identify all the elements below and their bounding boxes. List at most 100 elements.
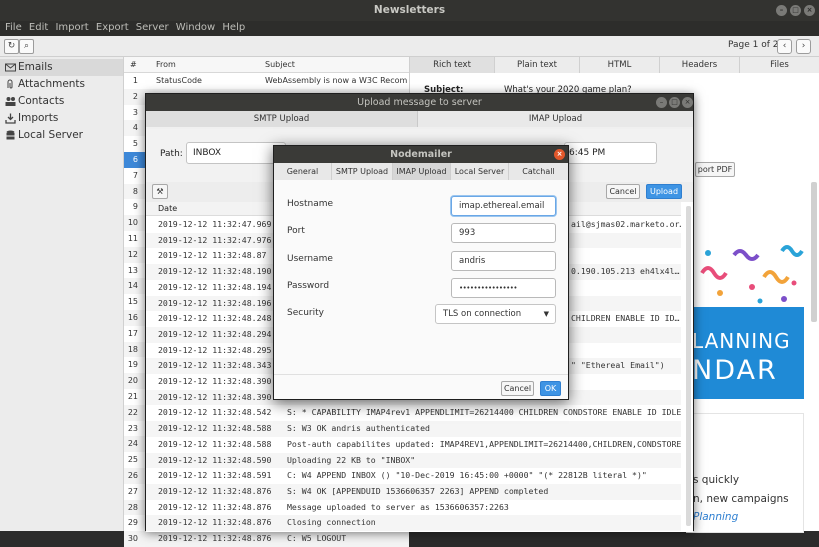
port-label: Port bbox=[287, 226, 305, 236]
log-scrollbar[interactable] bbox=[686, 206, 691, 526]
tab-imap-upload[interactable]: IMAP Upload bbox=[393, 163, 451, 180]
refresh-button[interactable]: ↻ bbox=[4, 39, 19, 54]
search-button[interactable]: ⌕ bbox=[19, 39, 34, 54]
tab-imap-upload[interactable]: IMAP Upload bbox=[418, 111, 693, 127]
menu-help[interactable]: Help bbox=[222, 22, 245, 33]
menu-server[interactable]: Server bbox=[136, 22, 169, 33]
sidebar-item-attachments[interactable]: Attachments bbox=[0, 76, 123, 93]
maximize-icon[interactable]: □ bbox=[790, 5, 801, 16]
tab-plain-text[interactable]: Plain text bbox=[495, 57, 580, 73]
tab-catchall[interactable]: Catchall bbox=[509, 163, 568, 180]
security-select[interactable]: TLS on connection ▼ bbox=[435, 304, 556, 324]
security-label: Security bbox=[287, 308, 324, 318]
maximize-icon[interactable]: □ bbox=[669, 97, 680, 108]
upload-submit-button[interactable]: Upload bbox=[646, 184, 682, 199]
upload-cancel-button[interactable]: Cancel bbox=[606, 184, 640, 199]
log-row: 2019-12-12 11:32:48.590 Uploading 22 KB t… bbox=[146, 452, 681, 469]
list-item-num: 9 bbox=[132, 202, 138, 212]
people-icon bbox=[5, 97, 16, 106]
log-timestamp: 2019-12-12 11:32:48.590 bbox=[158, 454, 272, 465]
column-header-subject[interactable]: Subject bbox=[265, 57, 295, 73]
next-page-button[interactable]: › bbox=[796, 39, 811, 54]
close-icon[interactable]: × bbox=[804, 5, 815, 16]
log-timestamp: 2019-12-12 11:32:48.294 bbox=[158, 328, 272, 339]
log-message: Uploading 22 KB to "INBOX" bbox=[287, 454, 416, 465]
window-titlebar: Newsletters – □ × bbox=[0, 0, 819, 21]
log-message: Closing connection bbox=[287, 517, 376, 528]
menu-edit[interactable]: Edit bbox=[29, 22, 48, 33]
menu-window[interactable]: Window bbox=[176, 22, 215, 33]
sidebar-item-contacts[interactable]: Contacts bbox=[0, 93, 123, 110]
path-input[interactable]: INBOX bbox=[186, 142, 286, 164]
refresh-icon: ↻ bbox=[7, 41, 16, 51]
minimize-icon[interactable]: – bbox=[656, 97, 667, 108]
list-item-num: 1 bbox=[132, 76, 138, 85]
tab-smtp-upload[interactable]: SMTP Upload bbox=[146, 111, 418, 127]
log-timestamp: 2019-12-12 11:32:48.295 bbox=[158, 344, 272, 355]
sidebar-item-emails[interactable]: Emails bbox=[0, 59, 123, 76]
menu-file[interactable]: File bbox=[5, 22, 22, 33]
close-icon[interactable]: × bbox=[682, 97, 693, 108]
minimize-icon[interactable]: – bbox=[776, 5, 787, 16]
column-header-from[interactable]: From bbox=[156, 57, 176, 73]
log-timestamp: 2019-12-12 11:32:48.196 bbox=[158, 297, 272, 308]
list-item-num: 7 bbox=[132, 170, 138, 180]
date-input[interactable]: 6:45 PM bbox=[564, 142, 657, 164]
list-item[interactable]: 1 StatusCode WebAssembly is now a W3C Reco… bbox=[124, 73, 409, 89]
export-pdf-button[interactable]: port PDF bbox=[695, 162, 735, 177]
tab-files[interactable]: Files bbox=[740, 57, 819, 73]
close-icon[interactable]: × bbox=[554, 149, 565, 160]
password-label: Password bbox=[287, 281, 330, 291]
tab-local-server[interactable]: Local Server bbox=[451, 163, 509, 180]
log-row: 2019-12-12 11:32:48.588 Post-auth capabil… bbox=[146, 437, 681, 453]
log-row: 2019-12-12 11:32:48.591 C: W4 APPEND INBO… bbox=[146, 468, 681, 484]
log-timestamp: 2019-12-12 11:32:48.876 bbox=[158, 533, 272, 543]
nodemailer-title: Nodemailer bbox=[390, 149, 452, 160]
column-header-number[interactable]: # bbox=[130, 57, 137, 73]
port-input[interactable]: 993 bbox=[451, 223, 556, 243]
prev-page-button[interactable]: ‹ bbox=[777, 39, 792, 54]
banner-line-2: NDAR bbox=[692, 355, 778, 386]
sidebar-item-imports[interactable]: Imports bbox=[0, 110, 123, 127]
tab-headers[interactable]: Headers bbox=[660, 57, 740, 73]
list-item-num: 6 bbox=[132, 154, 138, 164]
search-icon: ⌕ bbox=[23, 41, 30, 51]
sidebar-item-label: Emails bbox=[18, 61, 53, 73]
log-row: 2019-12-12 11:32:48.876 Closing connectio… bbox=[146, 515, 681, 531]
download-icon bbox=[5, 113, 16, 124]
sidebar-item-local-server[interactable]: Local Server bbox=[0, 127, 123, 144]
content-link[interactable]: Planning bbox=[693, 511, 738, 523]
log-message-tail: 0.190.105.213 eh4lx4l… bbox=[571, 266, 680, 277]
tab-html[interactable]: HTML bbox=[580, 57, 660, 73]
toolbar: ↻ ⌕ Page 1 of 2 ‹ › bbox=[0, 36, 819, 57]
hostname-label: Hostname bbox=[287, 199, 334, 209]
list-item-num: 2 bbox=[132, 91, 138, 101]
tab-general[interactable]: General bbox=[274, 163, 332, 180]
nodemailer-ok-button[interactable]: OK bbox=[540, 381, 561, 396]
tools-button[interactable]: ⚒ bbox=[152, 184, 168, 199]
preview-scrollbar[interactable] bbox=[811, 182, 817, 322]
envelope-icon bbox=[5, 63, 16, 72]
log-timestamp: 2019-12-12 11:32:48.542 bbox=[158, 407, 272, 418]
log-message: S: * CAPABILITY IMAP4rev1 APPENDLIMIT=26… bbox=[287, 407, 681, 418]
upload-titlebar: Upload message to server – □ × bbox=[146, 94, 693, 111]
menu-export[interactable]: Export bbox=[96, 22, 129, 33]
menu-import[interactable]: Import bbox=[55, 22, 88, 33]
nodemailer-cancel-button[interactable]: Cancel bbox=[501, 381, 534, 396]
tab-rich-text[interactable]: Rich text bbox=[410, 57, 495, 73]
list-item-from: StatusCode bbox=[156, 76, 202, 85]
list-item-num: 23 bbox=[127, 423, 138, 433]
tab-smtp-upload[interactable]: SMTP Upload bbox=[332, 163, 393, 180]
log-header-date: Date bbox=[158, 204, 178, 213]
hostname-input[interactable]: imap.ethereal.email bbox=[451, 196, 556, 216]
list-item-num: 13 bbox=[127, 265, 138, 275]
list-item-num: 21 bbox=[127, 391, 138, 401]
list-item-num: 12 bbox=[127, 249, 138, 259]
list-item-num: 25 bbox=[127, 455, 138, 465]
log-row: 2019-12-12 11:32:48.876 S: W4 OK [APPENDU… bbox=[146, 483, 681, 500]
sidebar-item-label: Attachments bbox=[18, 78, 86, 90]
list-item-num: 8 bbox=[132, 186, 138, 196]
username-input[interactable]: andris bbox=[451, 251, 556, 271]
password-input[interactable]: •••••••••••••••• bbox=[451, 278, 556, 298]
log-message: Message uploaded to server as 1536606357… bbox=[287, 501, 509, 512]
